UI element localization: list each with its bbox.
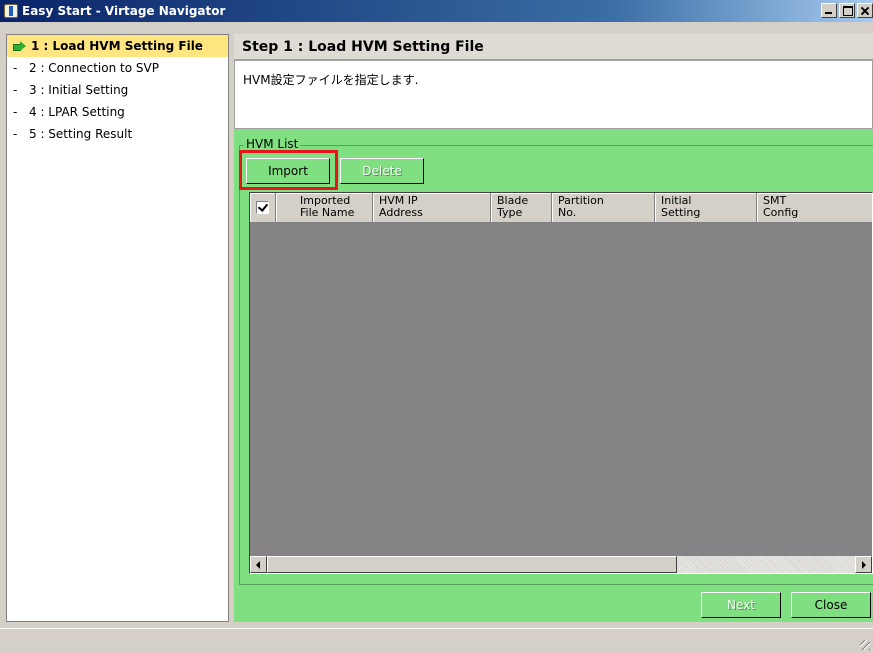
column-label-line2: Config [763,206,799,219]
column-smt-config[interactable]: SMT Config [757,193,872,223]
window-title-bar[interactable]: Easy Start - Virtage Navigator [0,0,873,22]
step-description: HVM設定ファイルを指定します. [243,73,419,87]
resize-grip-icon[interactable] [860,640,870,650]
column-initial-setting[interactable]: Initial Setting [655,193,757,223]
nav-item-initial-setting[interactable]: - 3 : Initial Setting [7,79,228,101]
hvm-list-header: Imported File Name HVM IP Address Blade … [250,193,872,223]
next-button-label: Next [727,598,755,612]
delete-button[interactable]: Delete [340,158,424,184]
column-hvm-ip-address[interactable]: HVM IP Address [373,193,491,223]
scroll-right-arrow-icon[interactable] [855,556,872,573]
nav-item-setting-result[interactable]: - 5 : Setting Result [7,123,228,145]
scroll-left-arrow-icon[interactable] [250,556,267,573]
nav-item-load-hvm-setting-file[interactable]: 1 : Load HVM Setting File [7,35,228,57]
minimize-button[interactable] [821,3,837,18]
nav-item-marker: - [13,83,18,97]
nav-item-label: 5 : Setting Result [29,127,133,141]
close-button[interactable]: Close [791,592,871,618]
horizontal-scrollbar[interactable] [250,556,872,573]
green-arrow-icon [13,41,26,51]
close-window-button[interactable] [857,3,873,18]
nav-item-label: 3 : Initial Setting [29,83,129,97]
step-description-box: HVM設定ファイルを指定します. [234,60,873,129]
window-title: Easy Start - Virtage Navigator [22,4,226,18]
nav-item-marker: - [13,61,18,75]
column-imported-file-name[interactable]: Imported File Name [276,193,373,223]
nav-item-connection-to-svp[interactable]: - 2 : Connection to SVP [7,57,228,79]
hvm-list-group-label: HVM List [244,137,301,151]
column-label-line2: Type [497,206,523,219]
scrollbar-thumb[interactable] [267,556,677,573]
window-controls [819,3,873,18]
column-label-line2: Address [379,206,423,219]
status-bar [0,628,873,653]
next-button[interactable]: Next [701,592,781,618]
step-title: Step 1 : Load HVM Setting File [234,34,873,60]
nav-item-marker: - [13,127,18,141]
nav-item-lpar-setting[interactable]: - 4 : LPAR Setting [7,101,228,123]
scrollbar-track[interactable] [267,556,855,573]
nav-item-label: 1 : Load HVM Setting File [31,39,203,53]
nav-item-label: 2 : Connection to SVP [29,61,159,75]
column-label-line2: Setting [661,206,701,219]
hvm-list-view[interactable]: Imported File Name HVM IP Address Blade … [249,192,873,574]
maximize-button[interactable] [839,3,855,18]
column-blade-type[interactable]: Blade Type [491,193,552,223]
app-icon [4,4,18,18]
nav-item-label: 4 : LPAR Setting [29,105,125,119]
column-select-all[interactable] [250,193,276,223]
nav-item-marker: - [13,105,18,119]
import-highlight-box [239,150,338,190]
column-label-line2: File Name [300,206,355,219]
column-label-line2: No. [558,206,577,219]
hvm-list-panel: HVM List Import Delete Imported File Nam… [234,129,873,622]
delete-button-label: Delete [362,164,402,178]
step-navigation: 1 : Load HVM Setting File - 2 : Connecti… [6,34,229,622]
column-partition-no[interactable]: Partition No. [552,193,655,223]
close-button-label: Close [814,598,848,612]
select-all-checkbox[interactable] [256,201,269,214]
